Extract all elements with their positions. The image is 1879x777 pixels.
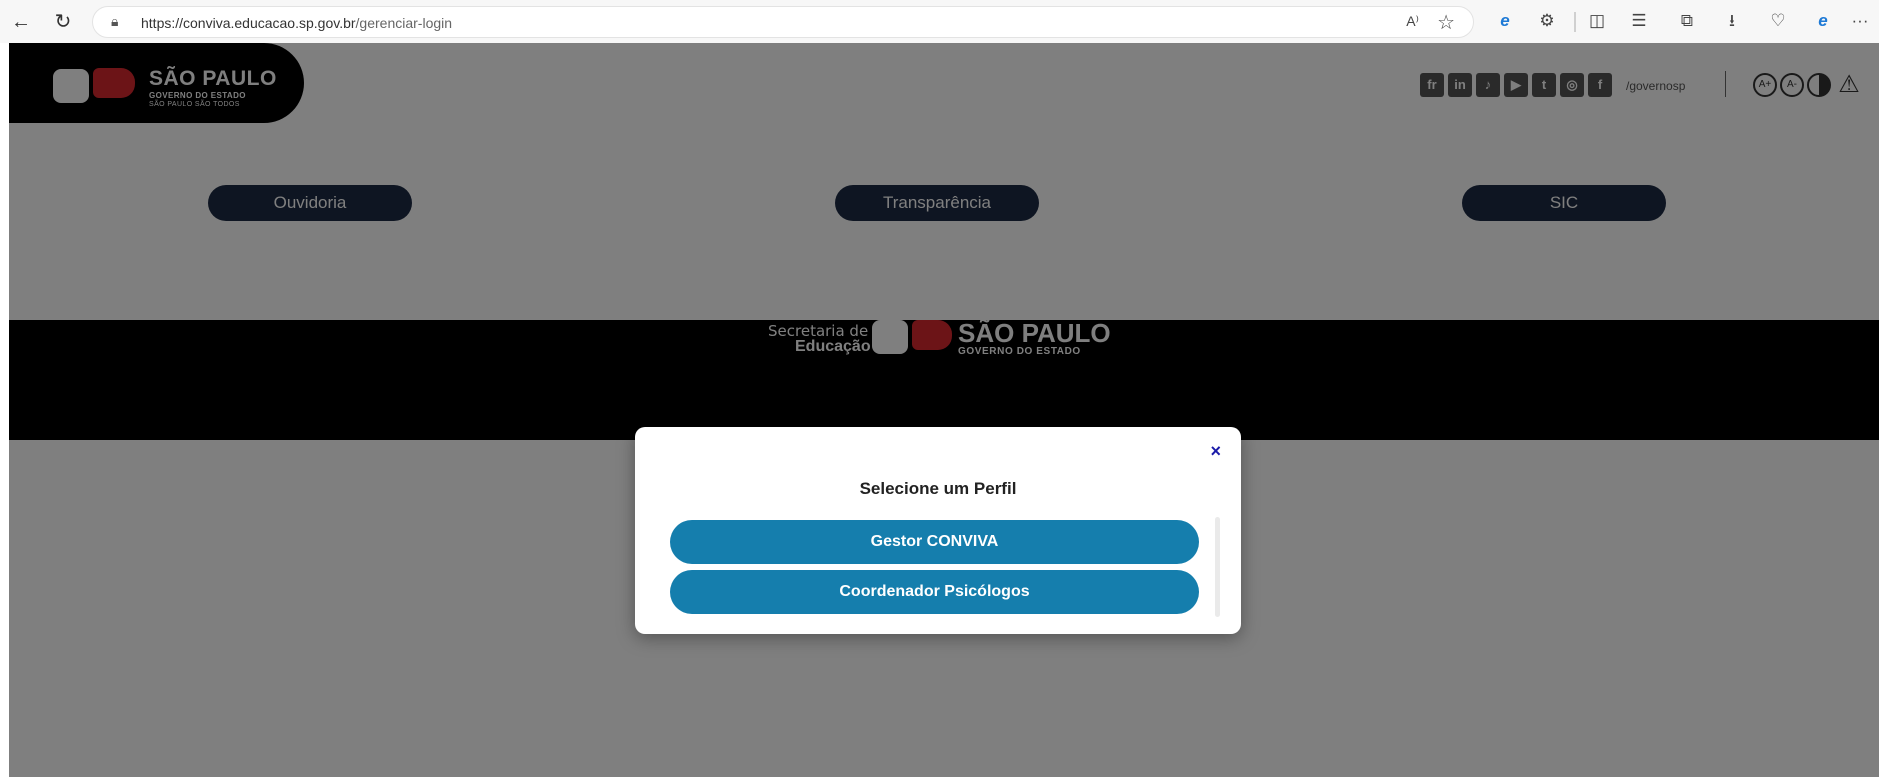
close-icon[interactable]: × xyxy=(1210,441,1221,462)
heart-icon[interactable]: ♡ xyxy=(1763,9,1793,33)
read-aloud-icon[interactable]: A⁾ xyxy=(1406,13,1419,30)
favorite-icon[interactable]: ☆ xyxy=(1437,10,1455,35)
modal-overlay[interactable] xyxy=(9,43,1879,777)
coordenador-psicologos-button[interactable]: Coordenador Psicólogos xyxy=(670,570,1199,614)
more-icon[interactable]: ··· xyxy=(1845,9,1875,33)
modal-scrollbar[interactable] xyxy=(1215,517,1220,617)
extensions-icon[interactable]: ⚙ xyxy=(1532,9,1562,33)
favorites-list-icon[interactable]: ☰ xyxy=(1624,9,1654,33)
browser-toolbar: ← ↻ 🔒︎ https://conviva.educacao.sp.gov.b… xyxy=(0,0,1879,43)
reload-icon[interactable]: ↻ xyxy=(50,9,76,35)
edge-icon[interactable]: e xyxy=(1490,9,1520,33)
gestor-conviva-button[interactable]: Gestor CONVIVA xyxy=(670,520,1199,564)
ie-mode-icon[interactable]: e xyxy=(1808,9,1838,33)
url-text[interactable]: https://conviva.educacao.sp.gov.br/geren… xyxy=(141,15,452,31)
split-screen-icon[interactable]: ◫ xyxy=(1582,9,1612,33)
profile-modal: × Selecione um Perfil Gestor CONVIVA Coo… xyxy=(635,427,1241,634)
modal-title: Selecione um Perfil xyxy=(859,479,1017,498)
lock-icon[interactable]: 🔒︎ xyxy=(111,13,118,30)
back-icon[interactable]: ← xyxy=(8,9,34,35)
download-icon[interactable]: ⭳ xyxy=(1717,9,1747,33)
address-bar[interactable]: 🔒︎ https://conviva.educacao.sp.gov.br/ge… xyxy=(92,6,1474,38)
collections-icon[interactable]: ⧉ xyxy=(1672,9,1702,33)
toolbar-divider xyxy=(1574,12,1576,32)
